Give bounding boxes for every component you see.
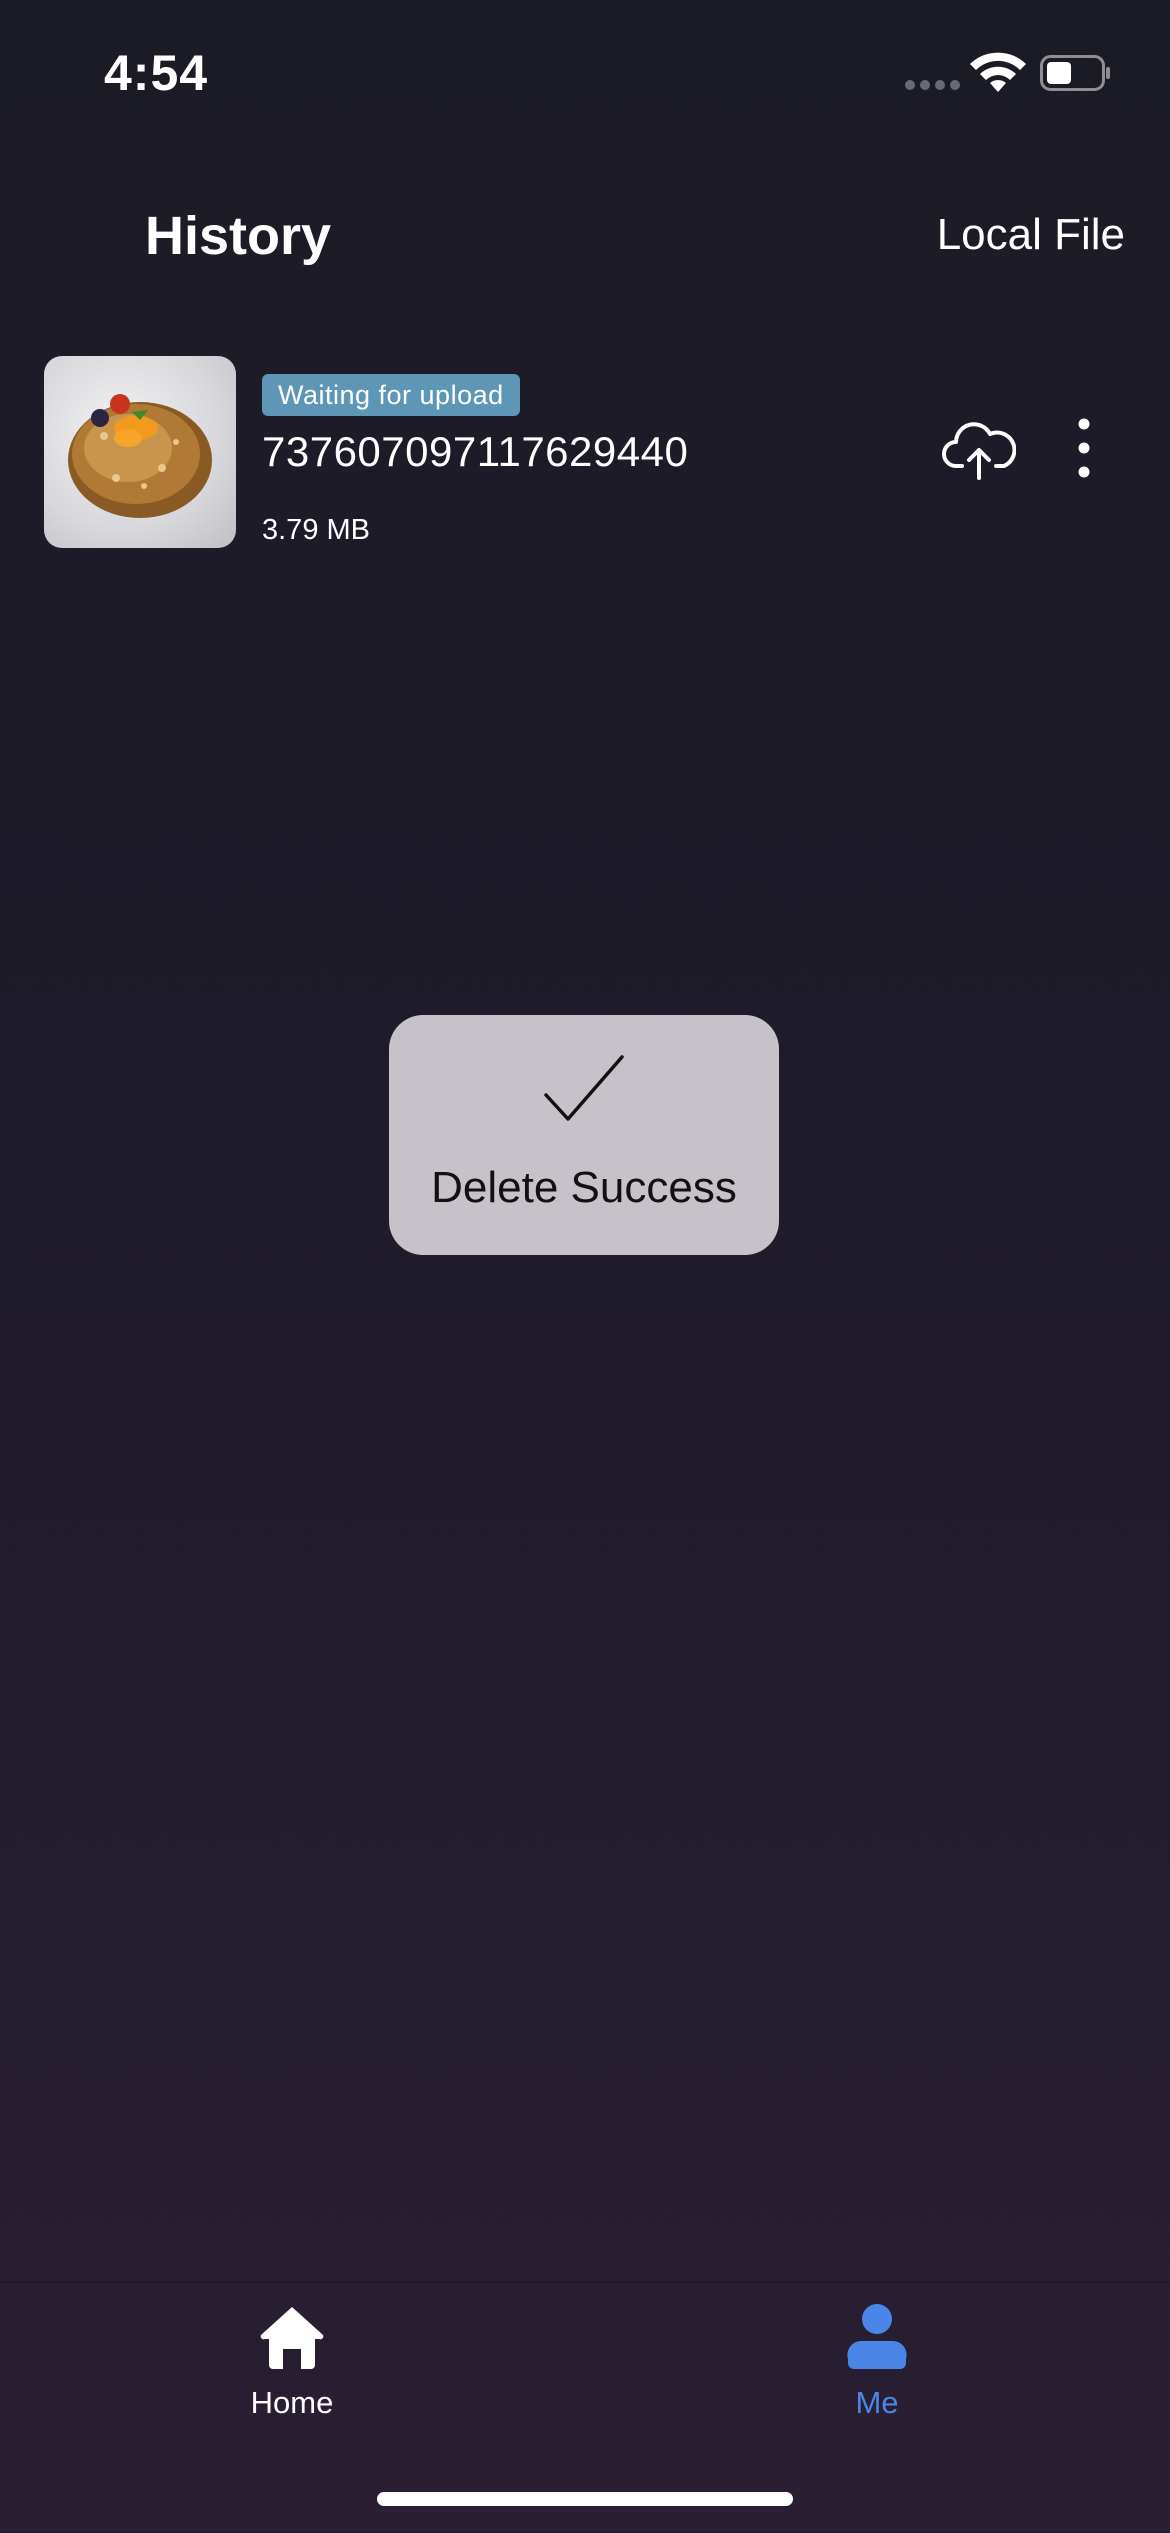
status-badge: Waiting for upload <box>262 374 520 416</box>
tab-me-label: Me <box>855 2385 899 2420</box>
tab-home[interactable]: Home <box>172 2303 412 2443</box>
home-indicator[interactable] <box>377 2492 793 2506</box>
home-icon <box>260 2307 324 2369</box>
success-toast: Delete Success <box>389 1015 779 1255</box>
thumbnail-image[interactable] <box>44 356 236 548</box>
tab-home-label: Home <box>250 2385 334 2420</box>
list-item[interactable]: Waiting for upload 737607097117629440 3.… <box>44 356 1134 548</box>
person-icon <box>847 2304 907 2369</box>
local-file-button[interactable]: Local File <box>937 210 1125 260</box>
cellular-signal-icon <box>905 80 961 92</box>
status-bar: 4:54 <box>0 0 1170 150</box>
checkmark-icon <box>544 1055 624 1121</box>
file-size: 3.79 MB <box>262 514 370 546</box>
tab-me[interactable]: Me <box>757 2303 997 2443</box>
status-time: 4:54 <box>104 45 209 101</box>
more-options-icon[interactable] <box>1064 416 1104 480</box>
battery-icon <box>1040 55 1110 91</box>
toast-message: Delete Success <box>431 1163 737 1212</box>
pastry-image <box>68 394 212 518</box>
file-name: 737607097117629440 <box>262 428 689 475</box>
page-title: History <box>145 206 332 266</box>
wifi-icon <box>970 52 1026 92</box>
cloud-upload-icon[interactable] <box>942 418 1016 480</box>
